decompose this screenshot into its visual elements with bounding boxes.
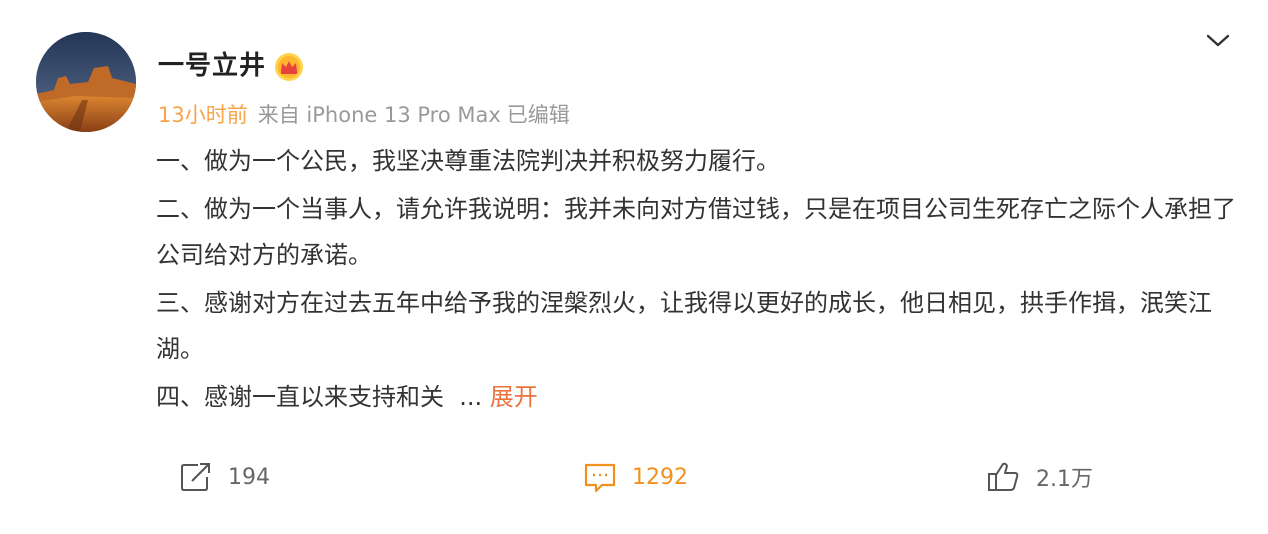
thumbs-up-icon	[988, 462, 1019, 491]
content-paragraph-4: 四、感谢一直以来支持和关 ... 展开	[156, 374, 1236, 420]
weibo-post-card: 一号立井 13小时前 来自 iPhone 13 Pro Max 已编辑 一、做为一个…	[0, 0, 1268, 534]
post-action-bar: 194 1292 2.1万	[0, 452, 1268, 502]
content-paragraph-4-text: 四、感谢一直以来支持和关	[156, 383, 444, 411]
post-source: 来自 iPhone 13 Pro Max	[257, 103, 501, 127]
expand-link[interactable]: 展开	[490, 383, 538, 411]
comment-icon	[584, 463, 616, 493]
content-paragraph-1: 一、做为一个公民，我坚决尊重法院判决并积极努力履行。	[156, 147, 780, 175]
like-count: 2.1万	[1036, 467, 1093, 492]
repost-button[interactable]: 194	[178, 460, 270, 494]
like-button[interactable]: 2.1万	[986, 460, 1093, 494]
content-paragraph-3: 三、感谢对方在过去五年中给予我的涅槃烈火，让我得以更好的成长，他日相见，拱手作揖…	[156, 289, 1212, 363]
content-ellipsis: ...	[459, 383, 483, 411]
author-name[interactable]: 一号立井	[158, 48, 266, 84]
avatar[interactable]	[36, 32, 136, 132]
post-meta: 13小时前 来自 iPhone 13 Pro Max 已编辑	[158, 100, 570, 130]
repost-icon	[181, 463, 210, 491]
repost-count: 194	[228, 464, 270, 490]
edited-label[interactable]: 已编辑	[507, 103, 570, 127]
post-content: 一、做为一个公民，我坚决尊重法院判决并积极努力履行。 二、做为一个当事人，请允许…	[156, 138, 1236, 422]
chevron-down-icon[interactable]	[1204, 28, 1232, 52]
avatar-landscape-image	[36, 32, 136, 132]
content-paragraph-2: 二、做为一个当事人，请允许我说明：我并未向对方借过钱，只是在项目公司生死存亡之际…	[156, 195, 1236, 269]
post-time[interactable]: 13小时前	[158, 103, 248, 127]
comment-count: 1292	[632, 464, 688, 490]
vip-crown-icon[interactable]	[274, 52, 304, 82]
comment-button[interactable]: 1292	[582, 460, 688, 494]
